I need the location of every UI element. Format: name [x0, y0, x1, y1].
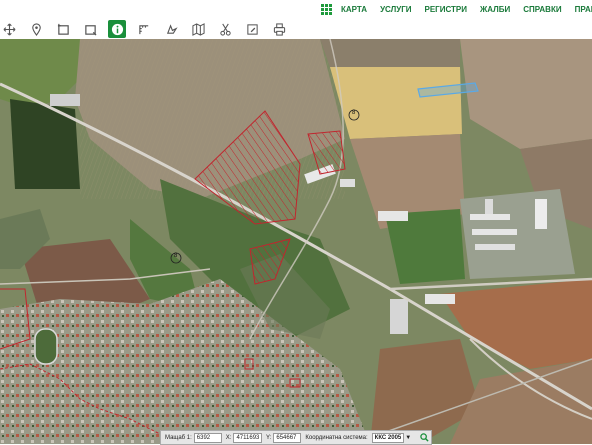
pointer-icon[interactable]: [162, 20, 180, 38]
scale-value[interactable]: 6392: [193, 432, 222, 443]
y-coordinate: 654667: [273, 432, 302, 443]
parcel-label: 8: [174, 253, 178, 259]
print-icon[interactable]: [270, 20, 288, 38]
pan-icon[interactable]: [0, 20, 18, 38]
satellite-imagery: [0, 39, 592, 444]
x-coordinate: 4711693: [233, 432, 263, 443]
main-menu: КАРТА УСЛУГИ РЕГИСТРИ ЖАЛБИ СПРАВКИ ПРАВ…: [341, 2, 592, 17]
scale-label: Мащаб 1:: [165, 434, 192, 441]
apps-grid-icon[interactable]: [321, 4, 332, 15]
menu-item-map[interactable]: КАРТА: [341, 2, 367, 17]
coordinate-system-select[interactable]: ККС 2005: [371, 432, 405, 443]
measure-icon[interactable]: [135, 20, 153, 38]
map-toolbar: [0, 19, 592, 40]
coordinate-system-label: Координатна система:: [305, 434, 368, 441]
pin-icon[interactable]: [27, 20, 45, 38]
map-view[interactable]: 8 8: [0, 39, 592, 444]
top-navigation: КАРТА УСЛУГИ РЕГИСТРИ ЖАЛБИ СПРАВКИ ПРАВ…: [0, 0, 592, 19]
parcel-label: 8: [352, 110, 356, 116]
select-rect-icon[interactable]: [54, 20, 72, 38]
scissors-icon[interactable]: [216, 20, 234, 38]
chevron-down-icon[interactable]: ▼: [405, 435, 411, 441]
menu-item-registers[interactable]: РЕГИСТРИ: [425, 2, 468, 17]
edit-icon[interactable]: [243, 20, 261, 38]
select-rect-plus-icon[interactable]: [81, 20, 99, 38]
status-bar: Мащаб 1: 6392 X: 4711693 Y: 654667 Коорд…: [160, 430, 432, 445]
y-label: Y:: [266, 434, 272, 441]
menu-item-references[interactable]: СПРАВКИ: [523, 2, 561, 17]
menu-item-services[interactable]: УСЛУГИ: [380, 2, 411, 17]
menu-item-complaints[interactable]: ЖАЛБИ: [480, 2, 510, 17]
map-icon[interactable]: [189, 20, 207, 38]
x-label: X:: [225, 434, 232, 441]
search-icon[interactable]: [417, 433, 431, 442]
info-icon[interactable]: [108, 20, 126, 38]
menu-item-rights[interactable]: ПРАВОСПО: [575, 2, 592, 17]
